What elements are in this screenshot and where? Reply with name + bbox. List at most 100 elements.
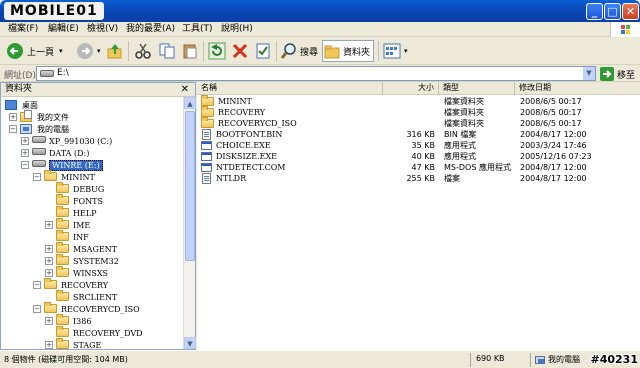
scroll-down-icon[interactable]: ▼ bbox=[184, 337, 196, 349]
file-row[interactable]: NTLDR 255 KB 檔案 2004/8/17 12:00 bbox=[197, 173, 640, 184]
file-row[interactable]: CHOICE.EXE 35 KB 應用程式 2003/3/24 17:46 bbox=[197, 140, 640, 151]
search-label: 搜尋 bbox=[300, 47, 319, 58]
column-header-modified[interactable]: 修改日期 bbox=[515, 82, 640, 95]
collapse-minus-icon[interactable]: − bbox=[33, 173, 41, 181]
expand-plus-icon[interactable]: + bbox=[45, 269, 53, 277]
file-icon bbox=[202, 173, 211, 184]
file-list: 名稱 大小 類型 修改日期 MININT 檔案資料夾 2008/6/5 00:1… bbox=[197, 82, 640, 350]
undo-button[interactable] bbox=[208, 40, 226, 62]
tree-item-drive-c[interactable]: + XP_991030 (C:) bbox=[21, 135, 112, 147]
up-folder-icon bbox=[107, 44, 122, 59]
folder-icon bbox=[56, 314, 69, 325]
file-row[interactable]: BOOTFONT.BIN 316 KB BIN 檔案 2004/8/17 12:… bbox=[197, 129, 640, 140]
tree-item-ime[interactable]: + IME bbox=[45, 218, 90, 231]
address-value: E:\ bbox=[57, 68, 69, 78]
folder-tree-scrollbar[interactable]: ▲ ▼ bbox=[183, 97, 196, 349]
chevron-down-icon[interactable]: ▼ bbox=[583, 67, 595, 80]
close-icon[interactable]: ✕ bbox=[181, 83, 189, 96]
collapse-minus-icon[interactable]: − bbox=[21, 161, 29, 169]
tree-item-debug[interactable]: DEBUG bbox=[56, 182, 104, 195]
address-bar: 網址(D) E:\ ▼ 移至 bbox=[0, 65, 640, 82]
undo-icon bbox=[208, 42, 226, 60]
go-button[interactable]: 移至 bbox=[600, 67, 635, 81]
folder-pane-header: 資料夾 ✕ bbox=[1, 83, 195, 97]
chevron-down-icon[interactable]: ▾ bbox=[404, 47, 408, 55]
tree-item-recovery-dvd[interactable]: RECOVERY_DVD bbox=[56, 326, 143, 339]
folder-icon bbox=[56, 230, 69, 241]
my-computer-icon bbox=[20, 124, 32, 134]
drive-icon bbox=[32, 136, 46, 143]
copy-icon bbox=[159, 43, 175, 59]
tree-item-winsxs[interactable]: + WINSXS bbox=[45, 266, 108, 279]
address-input[interactable]: E:\ ▼ bbox=[36, 66, 596, 81]
tree-item-fonts[interactable]: FONTS bbox=[56, 194, 103, 207]
collapse-minus-icon[interactable]: − bbox=[9, 125, 17, 133]
copy-button[interactable] bbox=[158, 40, 176, 62]
expand-plus-icon[interactable]: + bbox=[21, 149, 29, 157]
tree-item-stage[interactable]: + STAGE bbox=[45, 338, 101, 349]
tree-item-minint[interactable]: − MININT bbox=[33, 170, 95, 183]
expand-plus-icon[interactable]: + bbox=[45, 245, 53, 253]
menu-tools[interactable]: 工具(T) bbox=[182, 23, 213, 36]
expand-plus-icon[interactable]: + bbox=[21, 137, 29, 145]
menu-favorites[interactable]: 我的最愛(A) bbox=[126, 23, 175, 36]
expand-plus-icon[interactable]: + bbox=[45, 317, 53, 325]
close-button[interactable]: ✕ bbox=[622, 3, 639, 20]
chevron-down-icon[interactable]: ▾ bbox=[59, 47, 63, 55]
folder-icon bbox=[56, 242, 69, 253]
file-row[interactable]: RECOVERYCD_ISO 檔案資料夾 2008/6/5 00:17 bbox=[197, 117, 640, 129]
file-row[interactable]: NTDETECT.COM 47 KB MS-DOS 應用程式 2004/8/17… bbox=[197, 162, 640, 173]
menu-edit[interactable]: 編輯(E) bbox=[48, 23, 79, 36]
scrollbar-thumb[interactable] bbox=[185, 111, 195, 261]
expand-plus-icon[interactable]: + bbox=[9, 113, 17, 121]
maximize-button[interactable]: □ bbox=[604, 3, 621, 20]
file-row[interactable]: DISKSIZE.EXE 40 KB 應用程式 2005/12/16 07:23 bbox=[197, 151, 640, 162]
folder-icon bbox=[44, 302, 57, 313]
status-total-size: 690 KB bbox=[476, 354, 505, 363]
folder-pane: 資料夾 ✕ 桌面 + 我的文件 − 我的電腦 + XP_991030 (C:) … bbox=[0, 82, 196, 350]
tree-item-i386[interactable]: + I386 bbox=[45, 314, 91, 327]
tree-item-recovery[interactable]: − RECOVERY bbox=[33, 278, 108, 291]
paste-button[interactable] bbox=[181, 40, 199, 62]
chevron-down-icon[interactable]: ▾ bbox=[97, 47, 101, 55]
back-button[interactable]: 上一頁 ▾ bbox=[6, 40, 63, 62]
file-row[interactable]: RECOVERY 檔案資料夾 2008/6/5 00:17 bbox=[197, 106, 640, 118]
tree-item-srclient[interactable]: SRCLIENT bbox=[56, 290, 117, 303]
address-label: 網址(D) bbox=[4, 71, 36, 81]
search-button[interactable]: 搜尋 bbox=[280, 40, 318, 62]
tree-item-my-computer[interactable]: − 我的電腦 bbox=[9, 123, 69, 135]
column-header-type[interactable]: 類型 bbox=[439, 82, 515, 95]
expand-plus-icon[interactable]: + bbox=[45, 257, 53, 265]
column-header-name[interactable]: 名稱 bbox=[197, 82, 383, 95]
cut-button[interactable] bbox=[134, 40, 152, 62]
expand-plus-icon[interactable]: + bbox=[45, 341, 53, 349]
tree-item-my-documents[interactable]: + 我的文件 bbox=[9, 110, 69, 123]
tree-item-drive-d[interactable]: + DATA (D:) bbox=[21, 147, 89, 159]
collapse-minus-icon[interactable]: − bbox=[33, 305, 41, 313]
folders-label: 資料夾 bbox=[343, 47, 371, 58]
forward-button[interactable]: ▾ bbox=[76, 40, 101, 62]
tree-item-drive-e[interactable]: − WINRE (E:) bbox=[21, 159, 103, 171]
menu-view[interactable]: 檢視(V) bbox=[87, 23, 118, 36]
delete-button[interactable] bbox=[231, 40, 249, 62]
menu-help[interactable]: 說明(H) bbox=[221, 23, 253, 36]
folder-icon bbox=[56, 290, 69, 301]
properties-button[interactable] bbox=[254, 40, 272, 62]
column-header-size[interactable]: 大小 bbox=[383, 82, 439, 95]
application-icon bbox=[201, 152, 212, 161]
folder-icon bbox=[56, 206, 69, 217]
go-label: 移至 bbox=[617, 70, 636, 81]
file-row[interactable]: MININT 檔案資料夾 2008/6/5 00:17 bbox=[197, 95, 640, 107]
back-label: 上一頁 bbox=[27, 47, 55, 58]
up-folder-button[interactable] bbox=[106, 40, 124, 62]
menu-file[interactable]: 檔案(F) bbox=[8, 23, 38, 36]
scroll-up-icon[interactable]: ▲ bbox=[184, 97, 196, 109]
views-button[interactable]: ▾ bbox=[383, 40, 408, 62]
views-icon bbox=[383, 43, 401, 59]
folders-button[interactable]: 資料夾 bbox=[322, 40, 375, 62]
tree-item-recoverycd-iso[interactable]: − RECOVERYCD_ISO bbox=[33, 302, 140, 315]
minimize-button[interactable]: _ bbox=[586, 3, 603, 20]
collapse-minus-icon[interactable]: − bbox=[33, 281, 41, 289]
expand-plus-icon[interactable]: + bbox=[45, 221, 53, 229]
tree-item-desktop[interactable]: 桌面 bbox=[5, 99, 38, 111]
